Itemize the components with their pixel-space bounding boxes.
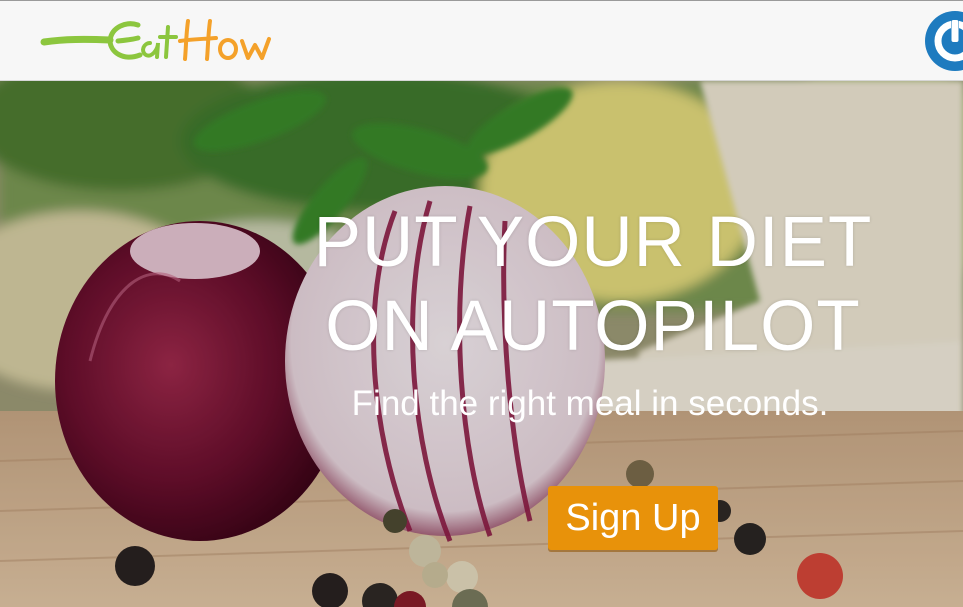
hero-headline: PUT YOUR DIET ON AUTOPILOT — [283, 201, 903, 369]
hero-headline-line-1: PUT YOUR DIET — [313, 203, 873, 282]
power-icon[interactable] — [921, 8, 963, 74]
sign-up-button[interactable]: Sign Up — [548, 486, 718, 550]
hero-subheadline: Find the right meal in seconds. — [351, 384, 829, 423]
top-navbar — [0, 0, 963, 81]
hero-headline-line-2: ON AUTOPILOT — [325, 287, 861, 366]
hero-section: PUT YOUR DIET ON AUTOPILOT Find the righ… — [0, 81, 963, 607]
eathow-logo[interactable] — [40, 13, 290, 69]
